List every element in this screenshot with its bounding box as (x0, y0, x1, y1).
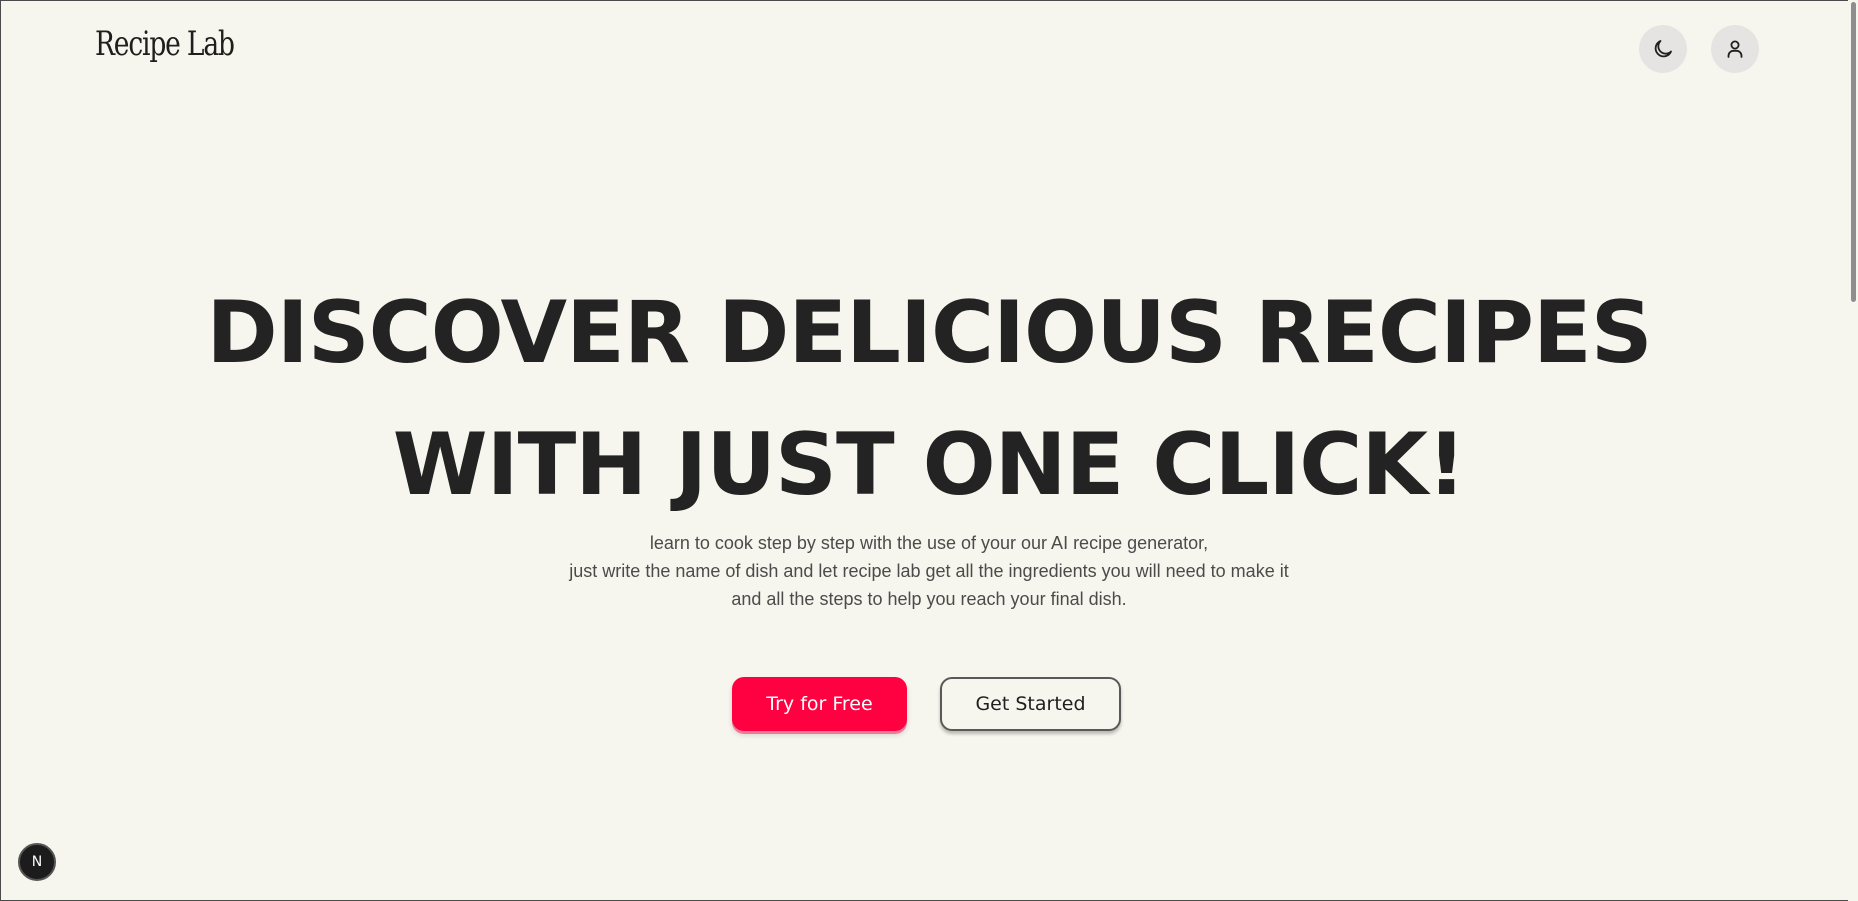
hero-subtitle-line-3: and all the steps to help you reach your… (731, 589, 1127, 609)
account-button[interactable] (1711, 25, 1759, 73)
hero-title-line-1: DISCOVER DELICIOUS RECIPES (206, 283, 1652, 383)
user-icon (1727, 40, 1743, 58)
hero-title-line-2: WITH JUST ONE CLICK! (392, 415, 1466, 515)
scrollbar-thumb[interactable] (1851, 2, 1856, 302)
get-started-button[interactable]: Get Started (940, 677, 1121, 731)
moon-icon (1654, 40, 1672, 58)
site-logo[interactable]: Recipe Lab (95, 24, 235, 64)
dev-tools-badge[interactable]: N (18, 843, 56, 881)
theme-toggle-button[interactable] (1639, 25, 1687, 73)
try-for-free-button[interactable]: Try for Free (732, 677, 907, 731)
scrollbar-track[interactable] (1848, 0, 1858, 901)
hero-subtitle-line-2: just write the name of dish and let reci… (569, 561, 1289, 581)
hero-subtitle-line-1: learn to cook step by step with the use … (649, 533, 1209, 553)
